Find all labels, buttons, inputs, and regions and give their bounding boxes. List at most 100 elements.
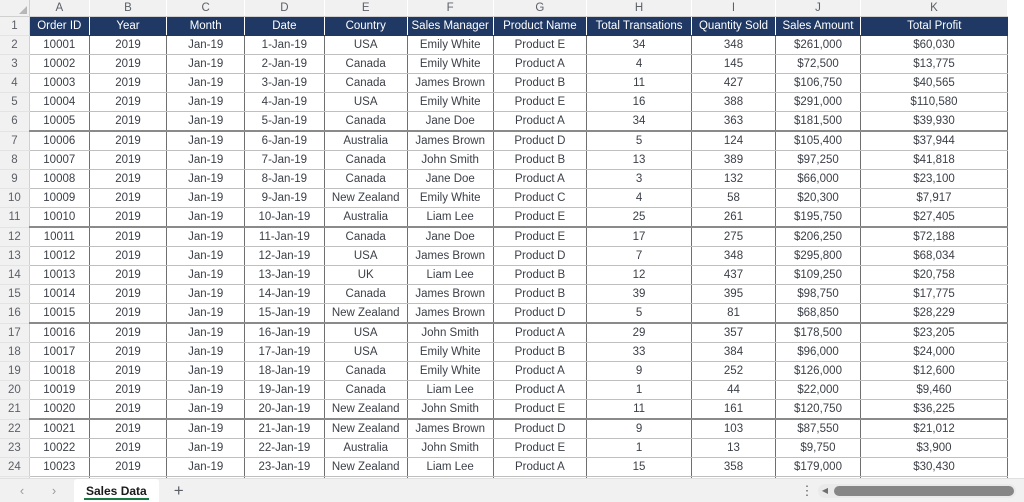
cell-H3[interactable]: 4 bbox=[586, 54, 693, 74]
cell-K17[interactable]: $23,205 bbox=[860, 323, 1009, 343]
cell-I18[interactable]: 384 bbox=[691, 342, 776, 362]
row-header-7[interactable]: 7 bbox=[0, 131, 30, 151]
cell-J10[interactable]: $20,300 bbox=[775, 188, 861, 208]
select-all-corner[interactable] bbox=[0, 0, 30, 17]
table-row[interactable]: 5 10004 2019 Jan-19 4-Jan-19 USA Emily White Pr… bbox=[0, 92, 1009, 112]
cell-F3[interactable]: Emily White bbox=[407, 54, 494, 74]
table-row[interactable]: 24 10023 2019 Jan-19 23-Jan-19 New Zealand Lia… bbox=[0, 457, 1009, 477]
cell-I9[interactable]: 132 bbox=[691, 169, 776, 189]
cell-G24[interactable]: Product A bbox=[493, 457, 588, 477]
table-row[interactable]: 3 10002 2019 Jan-19 2-Jan-19 Canada Emily Whit… bbox=[0, 54, 1009, 74]
cell-H17[interactable]: 29 bbox=[586, 323, 693, 343]
cell-G19[interactable]: Product A bbox=[493, 361, 588, 381]
row-header-5[interactable]: 5 bbox=[0, 92, 30, 112]
cell-F15[interactable]: James Brown bbox=[407, 284, 494, 304]
cell-K5[interactable]: $110,580 bbox=[860, 92, 1009, 112]
cell-J22[interactable]: $87,550 bbox=[775, 419, 861, 439]
cell-D10[interactable]: 9-Jan-19 bbox=[244, 188, 325, 208]
table-row[interactable]: 21 10020 2019 Jan-19 20-Jan-19 New Zealand Joh… bbox=[0, 399, 1009, 420]
cell-F21[interactable]: John Smith bbox=[407, 399, 494, 420]
cell-E16[interactable]: New Zealand bbox=[324, 303, 408, 324]
cell-A14[interactable]: 10013 bbox=[29, 265, 90, 285]
cell-I7[interactable]: 124 bbox=[691, 131, 776, 151]
cell-G14[interactable]: Product B bbox=[493, 265, 588, 285]
cell-J16[interactable]: $68,850 bbox=[775, 303, 861, 324]
cell-H21[interactable]: 11 bbox=[586, 399, 693, 420]
cell-C4[interactable]: Jan-19 bbox=[166, 73, 245, 93]
cell-F2[interactable]: Emily White bbox=[407, 35, 494, 55]
cell-A4[interactable]: 10003 bbox=[29, 73, 90, 93]
table-row[interactable]: 23 10022 2019 Jan-19 22-Jan-19 Australia John … bbox=[0, 438, 1009, 458]
row-header-6[interactable]: 6 bbox=[0, 111, 30, 132]
cell-F10[interactable]: Emily White bbox=[407, 188, 494, 208]
cell-F14[interactable]: Liam Lee bbox=[407, 265, 494, 285]
cell-I10[interactable]: 58 bbox=[691, 188, 776, 208]
cell-K18[interactable]: $24,000 bbox=[860, 342, 1009, 362]
cell-I17[interactable]: 357 bbox=[691, 323, 776, 343]
cell-J3[interactable]: $72,500 bbox=[775, 54, 861, 74]
cell-I6[interactable]: 363 bbox=[691, 111, 776, 132]
cell-C5[interactable]: Jan-19 bbox=[166, 92, 245, 112]
cell-C2[interactable]: Jan-19 bbox=[166, 35, 245, 55]
cell-I15[interactable]: 395 bbox=[691, 284, 776, 304]
cell-G8[interactable]: Product B bbox=[493, 150, 588, 170]
cell-D18[interactable]: 17-Jan-19 bbox=[244, 342, 325, 362]
cell-A21[interactable]: 10020 bbox=[29, 399, 90, 420]
column-header-g[interactable]: G bbox=[493, 0, 588, 17]
cell-G13[interactable]: Product D bbox=[493, 246, 588, 266]
cell-B13[interactable]: 2019 bbox=[89, 246, 168, 266]
cell-H12[interactable]: 17 bbox=[586, 227, 693, 247]
horizontal-scrollbar[interactable]: ◀ bbox=[818, 483, 1016, 498]
cell-D5[interactable]: 4-Jan-19 bbox=[244, 92, 325, 112]
cell-E7[interactable]: Australia bbox=[324, 131, 408, 151]
cell-H24[interactable]: 15 bbox=[586, 457, 693, 477]
cell-F8[interactable]: John Smith bbox=[407, 150, 494, 170]
cell-J18[interactable]: $96,000 bbox=[775, 342, 861, 362]
row-header-4[interactable]: 4 bbox=[0, 73, 30, 93]
row-header-22[interactable]: 22 bbox=[0, 419, 30, 439]
cell-D20[interactable]: 19-Jan-19 bbox=[244, 380, 325, 400]
column-header-d[interactable]: D bbox=[244, 0, 325, 17]
cell-B19[interactable]: 2019 bbox=[89, 361, 168, 381]
cell-D3[interactable]: 2-Jan-19 bbox=[244, 54, 325, 74]
row-header-17[interactable]: 17 bbox=[0, 323, 30, 343]
cell-A24[interactable]: 10023 bbox=[29, 457, 90, 477]
cell-H5[interactable]: 16 bbox=[586, 92, 693, 112]
cell-C6[interactable]: Jan-19 bbox=[166, 111, 245, 132]
cell-D17[interactable]: 16-Jan-19 bbox=[244, 323, 325, 343]
cell-G7[interactable]: Product D bbox=[493, 131, 588, 151]
cell-J15[interactable]: $98,750 bbox=[775, 284, 861, 304]
cell-I23[interactable]: 13 bbox=[691, 438, 776, 458]
cell-B11[interactable]: 2019 bbox=[89, 207, 168, 228]
cell-F13[interactable]: James Brown bbox=[407, 246, 494, 266]
cell-B17[interactable]: 2019 bbox=[89, 323, 168, 343]
cell-J7[interactable]: $105,400 bbox=[775, 131, 861, 151]
cell-F20[interactable]: Liam Lee bbox=[407, 380, 494, 400]
cell-K20[interactable]: $9,460 bbox=[860, 380, 1009, 400]
cell-F5[interactable]: Emily White bbox=[407, 92, 494, 112]
cell-F19[interactable]: Emily White bbox=[407, 361, 494, 381]
table-row[interactable]: 9 10008 2019 Jan-19 8-Jan-19 Canada Jane Doe Pr… bbox=[0, 169, 1009, 189]
cell-B22[interactable]: 2019 bbox=[89, 419, 168, 439]
cell-C18[interactable]: Jan-19 bbox=[166, 342, 245, 362]
cell-D24[interactable]: 23-Jan-19 bbox=[244, 457, 325, 477]
row-header-8[interactable]: 8 bbox=[0, 150, 30, 170]
cell-F4[interactable]: James Brown bbox=[407, 73, 494, 93]
cell-K9[interactable]: $23,100 bbox=[860, 169, 1009, 189]
table-row[interactable]: 4 10003 2019 Jan-19 3-Jan-19 Canada James Brow… bbox=[0, 73, 1009, 93]
cell-B18[interactable]: 2019 bbox=[89, 342, 168, 362]
chevron-left-icon[interactable]: ‹ bbox=[14, 483, 30, 499]
cell-K14[interactable]: $20,758 bbox=[860, 265, 1009, 285]
cell-I8[interactable]: 389 bbox=[691, 150, 776, 170]
cell-I4[interactable]: 427 bbox=[691, 73, 776, 93]
cell-E19[interactable]: Canada bbox=[324, 361, 408, 381]
cell-D16[interactable]: 15-Jan-19 bbox=[244, 303, 325, 324]
cell-A17[interactable]: 10016 bbox=[29, 323, 90, 343]
cell-B6[interactable]: 2019 bbox=[89, 111, 168, 132]
cell-J6[interactable]: $181,500 bbox=[775, 111, 861, 132]
row-header-23[interactable]: 23 bbox=[0, 438, 30, 458]
row-header-3[interactable]: 3 bbox=[0, 54, 30, 74]
column-header-i[interactable]: I bbox=[691, 0, 776, 17]
chevron-right-icon[interactable]: › bbox=[46, 483, 62, 499]
cell-I11[interactable]: 261 bbox=[691, 207, 776, 228]
